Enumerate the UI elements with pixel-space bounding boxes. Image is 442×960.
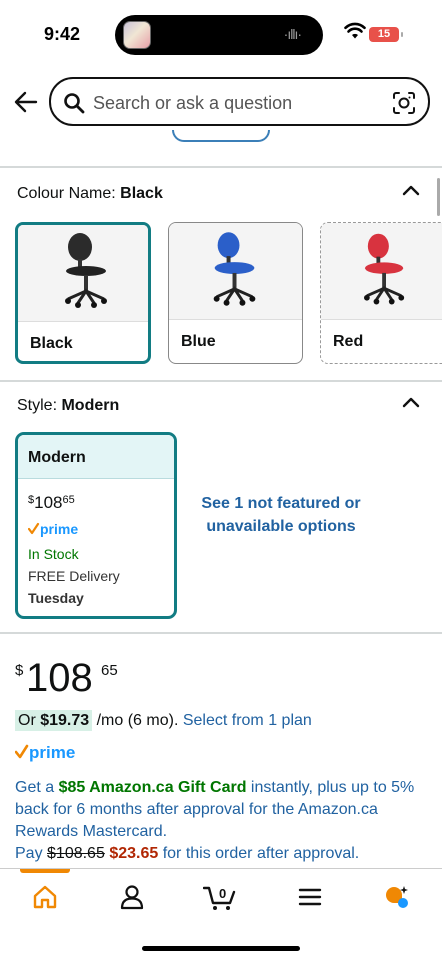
style-card-title: Modern [28,449,86,466]
style-label: Style: [17,397,58,414]
section-divider [0,632,442,634]
style-selected-value: Modern [61,397,120,414]
prime-logo-icon: prime [28,521,78,537]
red-chair-illustration [364,233,405,305]
stock-status: In Stock [28,546,79,562]
camera-lens-icon[interactable] [392,91,416,115]
swatch-label: Black [30,335,73,352]
swatch-label: Blue [181,333,216,350]
search-icon [64,93,85,114]
chair-image [321,223,442,319]
colour-option-black[interactable]: Black [15,222,151,364]
monthly-prefix: Or [18,712,41,729]
style-card-header: Modern [18,435,174,479]
promo-new-price: $23.65 [109,845,159,862]
black-chair-illustration [65,233,107,308]
monthly-amount: $19.73 [40,712,90,729]
audio-wave-icon: ·ıllı· [283,26,302,42]
partially-visible-button[interactable] [172,130,270,142]
monthly-highlight: Or $19.73 [15,710,93,731]
status-time: 9:42 [44,24,81,44]
see-unavailable-options-link[interactable]: See 1 not featured or unavailable option… [196,492,366,538]
status-bar: 9:42 ·ıllı· 15 [0,0,442,66]
price-whole: 108 [26,656,93,700]
style-card-price: $10865 [28,493,75,513]
price-currency: $ [15,662,24,679]
style-option-modern[interactable]: Modern $10865 prime In Stock FREE Delive… [15,432,177,619]
swatch-divider [321,319,442,320]
chair-image [18,225,148,321]
promo-old-price: $108.65 [47,845,105,862]
scroll-indicator [437,178,440,216]
prime-text: prime [29,743,75,762]
home-icon[interactable] [31,883,59,911]
price-whole: 108 [34,493,63,512]
colour-option-blue[interactable]: Blue [168,222,303,364]
price-currency: $ [28,494,35,506]
swatch-divider [18,321,148,322]
price-fraction: 65 [62,494,75,506]
colour-label: Colour Name: [17,185,116,202]
colour-section-title: Colour Name: Black [17,185,163,203]
prime-logo-icon: prime [15,743,75,762]
credit-card-promo[interactable]: Get a $85 Amazon.ca Gift Card instantly,… [15,777,420,865]
swatch-divider [169,319,302,320]
delivery-text: FREE Delivery [28,568,120,584]
now-playing-thumbnail [123,21,151,49]
colour-option-red[interactable]: Red [320,222,442,364]
dynamic-island: ·ıllı· [115,15,323,55]
active-tab-indicator [20,869,70,873]
battery-indicator: 15 [369,27,403,42]
cart-icon[interactable]: 0 [203,883,237,911]
prime-text: prime [40,521,78,537]
back-arrow-icon[interactable] [12,88,40,116]
promo-text: Pay [15,845,48,862]
rufus-icon[interactable] [382,883,410,911]
promo-text: Get a [15,779,59,796]
monthly-payment-row: Or $19.73 /mo (6 mo). Select from 1 plan [15,710,312,731]
delivery-day: Tuesday [28,590,84,606]
colour-selected-value: Black [120,185,163,202]
swatch-label: Red [333,333,364,350]
section-divider [0,166,442,168]
monthly-term: /mo (6 mo). [92,712,183,729]
select-plan-link[interactable]: Select from 1 plan [183,712,312,729]
menu-icon[interactable] [296,883,324,911]
blue-chair-illustration [213,232,256,306]
promo-text: for this order after approval. [158,845,360,862]
chevron-up-icon[interactable] [402,396,420,408]
home-indicator [142,946,300,951]
cart-count: 0 [219,886,226,901]
price-fraction: 65 [101,662,118,679]
account-icon[interactable] [118,883,146,911]
section-divider [0,380,442,382]
search-placeholder: Search or ask a question [93,93,293,113]
promo-gift-card: $85 Amazon.ca Gift Card [58,779,247,796]
style-section-title: Style: Modern [17,397,119,415]
wifi-icon [344,22,366,39]
chair-image [169,223,302,319]
chevron-up-icon[interactable] [402,184,420,196]
search-input[interactable]: Search or ask a question [49,77,430,126]
